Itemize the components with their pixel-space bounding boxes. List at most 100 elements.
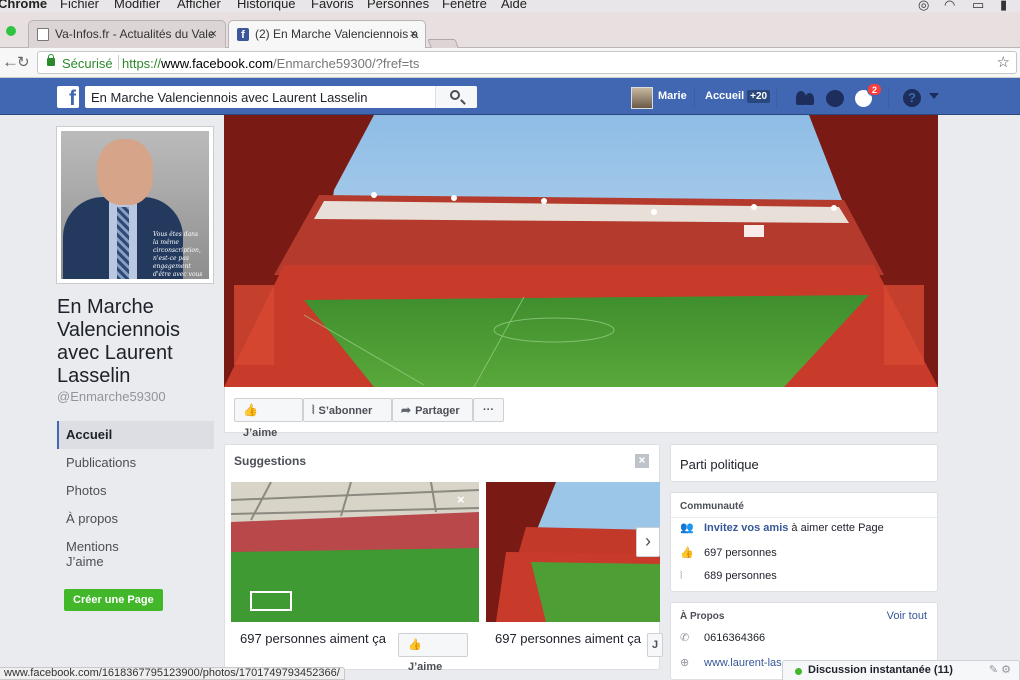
menu-afficher[interactable]: Afficher <box>177 0 221 11</box>
friend-requests-icon[interactable] <box>794 88 816 108</box>
menu-favoris[interactable]: Favoris <box>311 0 354 11</box>
see-all-link[interactable]: Voir tout <box>887 610 927 622</box>
chat-options-icons[interactable]: ✎ ⚙ <box>989 663 1011 676</box>
creative-cloud-icon[interactable]: ◎ <box>918 0 929 12</box>
page-handle[interactable]: @Enmarche59300 <box>57 389 166 404</box>
mac-menu-bar: Chrome Fichier Modifier Afficher Histori… <box>0 0 1020 12</box>
online-status-dot <box>795 668 802 675</box>
photo-handwritten-note: Vous êtes dans la même circonscription, … <box>153 231 203 278</box>
search-input[interactable]: En Marche Valenciennois avec Laurent Las… <box>91 90 368 105</box>
nav-item-photos[interactable]: Photos <box>57 477 214 505</box>
header-divider <box>776 88 777 108</box>
rss-follow-icon: ⦚ <box>312 403 315 417</box>
menu-app-name[interactable]: Chrome <box>0 0 47 11</box>
url-protocol: https:// <box>122 56 162 71</box>
help-icon[interactable]: ? <box>903 89 921 107</box>
create-page-button[interactable]: Créer une Page <box>64 589 163 611</box>
menu-aide[interactable]: Aide <box>501 0 527 11</box>
battery-icon[interactable]: ▮ <box>1000 0 1007 12</box>
nav-item-publications[interactable]: Publications <box>57 449 214 477</box>
menu-personnes[interactable]: Personnes <box>367 0 429 11</box>
chat-sidebar-bar[interactable]: Discussion instantanée (11) ✎ ⚙ <box>782 660 1020 680</box>
website-link[interactable]: www.laurent-las <box>704 657 782 669</box>
reload-icon[interactable]: ↻ <box>17 53 30 71</box>
suggestion-photo-2[interactable] <box>486 482 660 622</box>
cover-photo[interactable] <box>224 115 938 387</box>
browser-tab-strip: Va-Infos.fr - Actualités du Vale × f (2)… <box>0 12 1020 53</box>
user-avatar[interactable] <box>631 87 653 109</box>
more-options-button[interactable]: ··· <box>473 398 504 422</box>
stadium-photo-1 <box>231 482 479 622</box>
page-left-nav: Accueil Publications Photos À propos Men… <box>57 421 214 579</box>
share-page-button[interactable]: ➦ Partager <box>392 398 473 422</box>
address-bar[interactable]: Sécurisé https://www.facebook.com/Enmarc… <box>37 51 1017 74</box>
follow-label: S’abonner <box>318 405 373 417</box>
user-name-link[interactable]: Marie <box>658 90 687 102</box>
next-suggestion-chevron-icon[interactable]: › <box>636 527 660 557</box>
suggestion-photo-1[interactable] <box>231 482 479 622</box>
compose-icon[interactable]: ✎ <box>989 664 998 676</box>
link-status-url: www.facebook.com/1618367795123900/photos… <box>0 667 345 680</box>
messenger-icon[interactable] <box>826 90 844 107</box>
wifi-icon[interactable]: ◠ <box>944 0 955 12</box>
invite-friends-icon: 👥 <box>680 522 694 534</box>
url-text[interactable]: https://www.facebook.com/Enmarche59300/?… <box>122 56 419 71</box>
facebook-search-box[interactable]: En Marche Valenciennois avec Laurent Las… <box>85 86 477 108</box>
nav-item-mentions-jaime[interactable]: Mentions J’aime <box>57 533 147 579</box>
about-title[interactable]: À Propos <box>680 611 724 622</box>
gear-icon[interactable]: ⚙ <box>1001 664 1011 676</box>
rss-follow-icon: ⦚ <box>680 570 683 582</box>
page-title[interactable]: En Marche Valenciennois avec Laurent Las… <box>57 296 227 388</box>
nav-item-a-propos[interactable]: À propos <box>57 505 214 533</box>
suggestion-likes-text: 697 personnes aiment ça <box>495 631 641 646</box>
facebook-logo-icon[interactable]: f <box>57 86 79 108</box>
suggestion-like-label: J’aime <box>408 661 443 673</box>
nav-item-accueil[interactable]: Accueil <box>57 421 214 449</box>
category-card: Parti politique <box>670 444 938 482</box>
menu-modifier[interactable]: Modifier <box>114 0 160 11</box>
menu-fichier[interactable]: Fichier <box>60 0 99 11</box>
thumbs-up-icon: 👍 <box>680 547 694 559</box>
window-zoom-button[interactable] <box>6 26 16 36</box>
close-icon[interactable]: × <box>635 454 649 468</box>
phone-row: ✆ 0616364366 <box>680 631 765 644</box>
tab-title: (2) En Marche Valenciennois a <box>255 27 419 41</box>
secure-label: Sécurisé <box>62 56 113 71</box>
url-path: /Enmarche59300/?fref=ts <box>273 56 420 71</box>
dismiss-suggestion-icon[interactable]: × <box>457 492 465 507</box>
page-likes-row: 👍 697 personnes <box>680 546 777 559</box>
home-label: Accueil <box>705 90 745 102</box>
stadium-cover-image <box>224 115 938 387</box>
header-divider <box>888 88 889 108</box>
website-row: ⊕ www.laurent-las <box>680 656 782 669</box>
search-button[interactable] <box>435 86 477 108</box>
tab-close-icon[interactable]: × <box>209 26 217 41</box>
suggestion-likes-text: 697 personnes aiment ça <box>240 631 386 646</box>
stadium-photo-2 <box>486 482 660 622</box>
phone-number[interactable]: 0616364366 <box>704 632 765 644</box>
page-category[interactable]: Parti politique <box>680 457 759 472</box>
lock-icon <box>47 54 55 66</box>
community-title[interactable]: Communauté <box>680 501 744 512</box>
suggestion-like-button[interactable]: 👍 J’aime <box>398 633 468 673</box>
profile-picture[interactable]: Vous êtes dans la même circonscription, … <box>56 126 214 284</box>
suggestion-like-button[interactable]: J <box>647 633 663 657</box>
share-arrow-icon: ➦ <box>401 403 412 417</box>
photo-face <box>97 139 153 205</box>
browser-tab-va-infos[interactable]: Va-Infos.fr - Actualités du Vale × <box>28 20 226 48</box>
browser-toolbar: ← ↻ Sécurisé https://www.facebook.com/En… <box>0 48 1020 78</box>
globe-icon: ⊕ <box>680 657 690 669</box>
menu-historique[interactable]: Historique <box>237 0 296 11</box>
airplay-icon[interactable]: ▭ <box>972 0 984 12</box>
follow-page-button[interactable]: ⦚ S’abonner <box>303 398 392 422</box>
tab-close-icon[interactable]: × <box>409 26 417 41</box>
invite-friends-link[interactable]: Invitez vos amis <box>704 522 788 534</box>
bookmark-star-icon[interactable]: ☆ <box>997 53 1010 71</box>
browser-tab-facebook[interactable]: f (2) En Marche Valenciennois a × <box>228 20 426 49</box>
like-page-button[interactable]: 👍 J’aime <box>234 398 303 439</box>
page-followers-count[interactable]: 689 personnes <box>704 570 777 582</box>
account-menu-caret-icon[interactable] <box>929 93 939 99</box>
menu-fenetre[interactable]: Fenêtre <box>442 0 487 11</box>
home-link[interactable]: Accueil +20 <box>705 90 771 103</box>
page-likes-count[interactable]: 697 personnes <box>704 547 777 559</box>
